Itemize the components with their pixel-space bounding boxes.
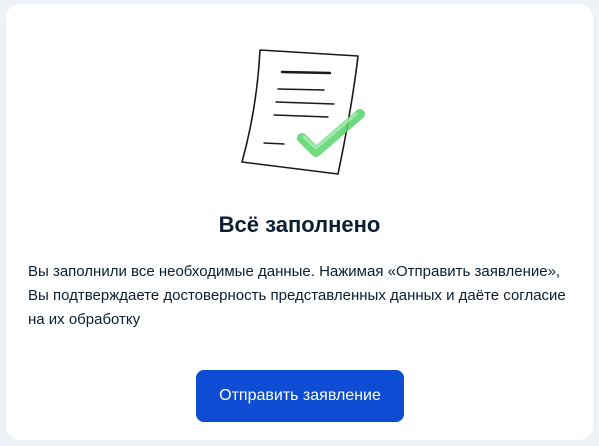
submit-application-button[interactable]: Отправить заявление (196, 370, 404, 422)
page-title: Всё заполнено (218, 212, 381, 237)
document-sheet (241, 49, 359, 175)
document-line (280, 70, 332, 75)
completion-card: Всё заполнено Вы заполнили все необходим… (6, 4, 593, 440)
document-signature-line (263, 142, 285, 145)
consent-description: Вы заполнили все необходимые данные. Наж… (28, 263, 566, 328)
document-check-icon (220, 42, 390, 182)
document-line (277, 88, 325, 91)
